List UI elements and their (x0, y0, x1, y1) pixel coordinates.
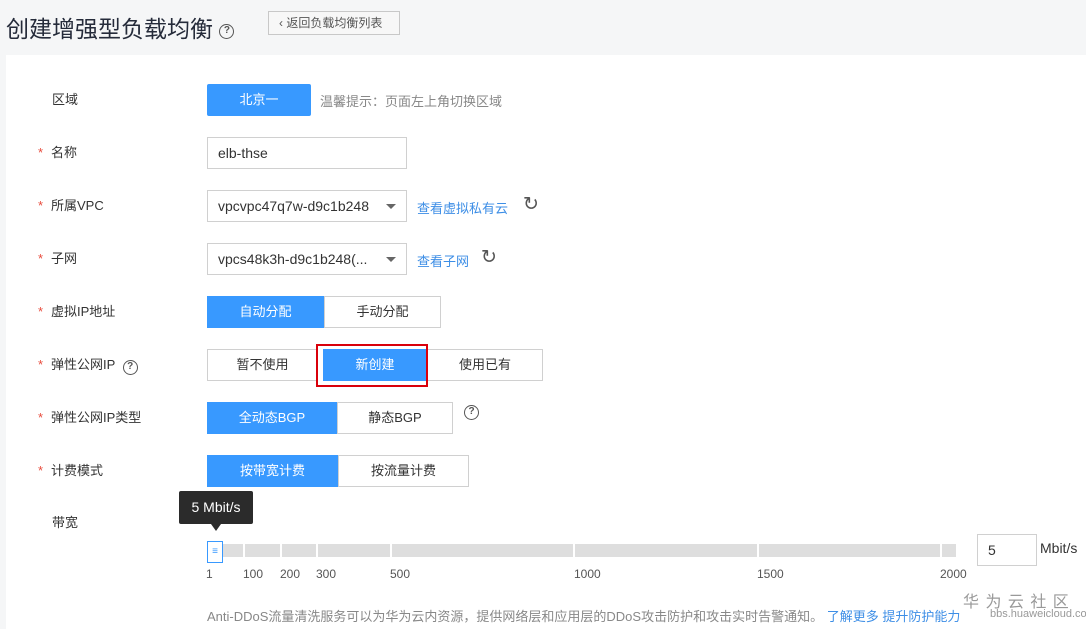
upgrade-protection-link[interactable]: 提升防护能力 (882, 609, 960, 624)
refresh-icon[interactable]: ↻ (481, 246, 497, 269)
eip-type-bgp-option[interactable]: 全动态BGP (207, 402, 337, 434)
subnet-select[interactable]: vpcs48k3h-d9c1b248(... (207, 243, 407, 275)
name-label: * 名称 (38, 145, 78, 160)
tick-label: 1000 (574, 567, 601, 581)
bandwidth-slider-handle[interactable]: ≡ (207, 541, 223, 563)
question-circle-icon[interactable]: ? (122, 360, 138, 375)
billing-bandwidth-option[interactable]: 按带宽计费 (207, 455, 338, 487)
back-label: 返回负载均衡列表 (286, 16, 383, 30)
learn-more-link[interactable]: 了解更多 (827, 609, 879, 624)
vpc-label: * 所属VPC (38, 198, 104, 213)
form-card (6, 55, 1086, 629)
billing-label: * 计费模式 (38, 463, 104, 478)
bandwidth-input[interactable]: 5 (977, 534, 1037, 566)
eip-existing-option[interactable]: 使用已有 (427, 349, 543, 381)
tick-label: 200 (280, 567, 301, 581)
anti-ddos-text: Anti-DDoS流量清洗服务可以为华为云内资源，提供网络层和应用层的DDoS攻… (207, 609, 961, 624)
tick-label: 300 (316, 567, 337, 581)
page-title-text: 创建增强型负载均衡 (6, 16, 213, 42)
eip-none-option[interactable]: 暂不使用 (207, 349, 318, 381)
eip-type-label: * 弹性公网IP类型 (38, 410, 142, 425)
tick-label: 1 (206, 567, 213, 581)
eip-type-static-option[interactable]: 静态BGP (337, 402, 453, 434)
bandwidth-label: 带宽 (52, 515, 79, 530)
watermark-url: bbs.huaweicloud.com (990, 608, 1086, 620)
eip-label: * 弹性公网IP ? (38, 357, 138, 375)
tick-label: 500 (390, 567, 411, 581)
vpc-select[interactable]: vpcvpc47q7w-d9c1b248 (207, 190, 407, 222)
tick-label: 100 (243, 567, 264, 581)
subnet-label: * 子网 (38, 251, 78, 266)
back-to-list-button[interactable]: ‹ 返回负载均衡列表 (268, 11, 400, 35)
name-input[interactable]: elb-thse (207, 137, 407, 169)
region-label: 区域 (52, 92, 79, 107)
bandwidth-slider-track[interactable] (207, 544, 956, 557)
page-title: 创建增强型负载均衡 ? (6, 10, 235, 44)
caret-down-icon (386, 204, 396, 209)
question-circle-icon[interactable]: ? (219, 24, 235, 39)
bandwidth-tooltip: 5 Mbit/s (179, 491, 253, 531)
tick-label: 1500 (757, 567, 784, 581)
view-vpc-link[interactable]: 查看虚拟私有云 (417, 198, 508, 217)
refresh-icon[interactable]: ↻ (523, 193, 539, 216)
bandwidth-unit: Mbit/s (1040, 540, 1078, 556)
highlight-box (316, 344, 428, 387)
view-subnet-link[interactable]: 查看子网 (417, 251, 469, 270)
region-hint: 温馨提示：页面左上角切换区域 (320, 94, 503, 109)
billing-traffic-option[interactable]: 按流量计费 (338, 455, 469, 487)
vip-auto-option[interactable]: 自动分配 (207, 296, 324, 328)
region-button[interactable]: 北京一 (207, 84, 311, 116)
question-circle-icon[interactable]: ? (464, 405, 479, 420)
vip-label: * 虚拟IP地址 (38, 304, 116, 319)
tick-label: 2000 (940, 567, 967, 581)
caret-down-icon (386, 257, 396, 262)
vip-manual-option[interactable]: 手动分配 (324, 296, 441, 328)
